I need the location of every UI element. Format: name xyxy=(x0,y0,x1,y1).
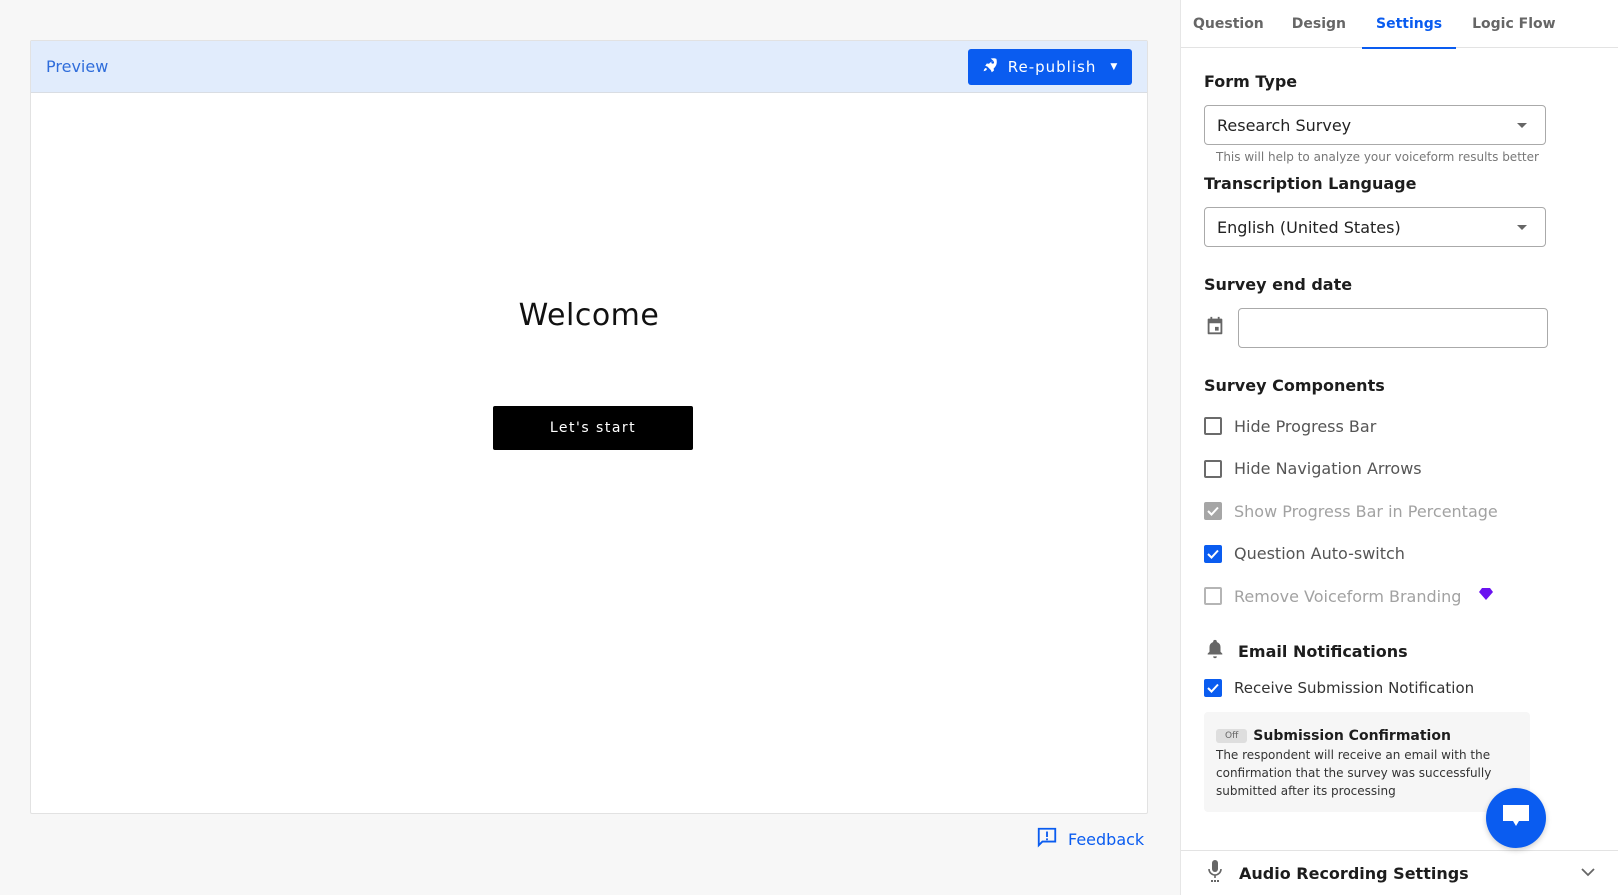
tab-bar: Question Design Settings Logic Flow xyxy=(1181,0,1618,49)
preview-title: Preview xyxy=(46,57,109,76)
preview-header: Preview Re-publish ▼ xyxy=(31,41,1147,93)
form-type-hint: This will help to analyze your voiceform… xyxy=(1216,150,1539,164)
feedback-label: Feedback xyxy=(1068,829,1145,849)
receive-submission-notification-label: Receive Submission Notification xyxy=(1234,679,1475,697)
bell-icon xyxy=(1204,638,1226,664)
microphone-icon xyxy=(1205,859,1225,887)
check-icon xyxy=(1207,683,1219,693)
submission-confirmation-card: Off Submission Confirmation The responden… xyxy=(1204,712,1530,812)
survey-components-label: Survey Components xyxy=(1204,376,1385,395)
tab-question[interactable]: Question xyxy=(1181,0,1276,48)
email-notifications-header: Email Notifications xyxy=(1204,638,1594,664)
form-type-label: Form Type xyxy=(1204,72,1298,91)
transcription-language-select[interactable]: English (United States) xyxy=(1204,207,1546,247)
hide-progress-bar-label: Hide Progress Bar xyxy=(1234,416,1377,436)
hide-navigation-arrows-checkbox[interactable] xyxy=(1204,459,1222,478)
show-progress-percentage-option[interactable]: Show Progress Bar in Percentage xyxy=(1204,490,1594,532)
form-type-value: Research Survey xyxy=(1217,115,1352,135)
end-date-row xyxy=(1204,308,1594,348)
hide-progress-bar-checkbox[interactable] xyxy=(1204,417,1222,435)
email-notifications-label: Email Notifications xyxy=(1238,641,1408,661)
dropdown-arrow-icon xyxy=(1517,122,1527,128)
dropdown-arrow-icon xyxy=(1517,224,1527,230)
chat-bubble-icon xyxy=(1501,802,1531,834)
remove-branding-checkbox[interactable] xyxy=(1204,587,1222,605)
lets-start-button[interactable]: Let's start xyxy=(493,406,693,450)
chevron-down-icon[interactable] xyxy=(1581,865,1595,881)
welcome-title: Welcome xyxy=(518,298,660,333)
receive-submission-notification-checkbox[interactable] xyxy=(1204,679,1222,697)
settings-content: Form Type Research Survey This will help… xyxy=(1181,72,1618,812)
settings-panel: Question Design Settings Logic Flow Form… xyxy=(1180,0,1618,895)
feedback-icon xyxy=(1036,826,1058,852)
check-icon xyxy=(1207,549,1219,559)
republish-button[interactable]: Re-publish ▼ xyxy=(968,48,1132,85)
tab-design[interactable]: Design xyxy=(1276,0,1362,48)
audio-recording-settings-label: Audio Recording Settings xyxy=(1239,863,1469,883)
submission-confirmation-title: Submission Confirmation xyxy=(1253,728,1451,744)
question-auto-switch-checkbox[interactable] xyxy=(1204,544,1222,563)
preview-canvas: Welcome Let's start xyxy=(31,93,1147,840)
question-auto-switch-label: Question Auto-switch xyxy=(1234,544,1405,563)
form-type-select[interactable]: Research Survey xyxy=(1204,105,1546,145)
audio-recording-settings-section[interactable]: Audio Recording Settings xyxy=(1181,850,1618,895)
rocket-icon xyxy=(982,57,998,77)
transcription-language-label: Transcription Language xyxy=(1204,174,1417,193)
tab-logic-flow[interactable]: Logic Flow xyxy=(1456,0,1571,48)
submission-confirmation-toggle[interactable]: Off xyxy=(1216,729,1248,743)
feedback-link[interactable]: Feedback xyxy=(1036,826,1144,852)
hide-navigation-arrows-label: Hide Navigation Arrows xyxy=(1234,459,1422,478)
calendar-icon[interactable] xyxy=(1204,315,1226,341)
show-progress-percentage-label: Show Progress Bar in Percentage xyxy=(1234,501,1498,521)
survey-end-date-label: Survey end date xyxy=(1204,275,1353,294)
receive-submission-notification-option[interactable]: Receive Submission Notification xyxy=(1204,666,1594,710)
premium-diamond-icon xyxy=(1479,588,1494,604)
republish-label: Re-publish xyxy=(1007,57,1097,76)
transcription-language-value: English (United States) xyxy=(1217,217,1401,237)
survey-end-date-input[interactable] xyxy=(1238,308,1548,348)
remove-branding-option[interactable]: Remove Voiceform Branding xyxy=(1204,575,1594,617)
submission-confirmation-description: The respondent will receive an email wit… xyxy=(1216,748,1492,798)
hide-progress-bar-option[interactable]: Hide Progress Bar xyxy=(1204,405,1594,447)
caret-down-icon: ▼ xyxy=(1110,61,1119,72)
show-progress-percentage-checkbox[interactable] xyxy=(1204,502,1222,520)
preview-panel: Preview Re-publish ▼ Welcome Let's start xyxy=(30,40,1148,814)
hide-navigation-arrows-option[interactable]: Hide Navigation Arrows xyxy=(1204,447,1594,490)
check-icon xyxy=(1207,506,1219,516)
chat-support-button[interactable] xyxy=(1486,788,1546,848)
tab-settings[interactable]: Settings xyxy=(1362,0,1457,49)
question-auto-switch-option[interactable]: Question Auto-switch xyxy=(1204,532,1594,575)
remove-branding-label: Remove Voiceform Branding xyxy=(1234,586,1462,606)
